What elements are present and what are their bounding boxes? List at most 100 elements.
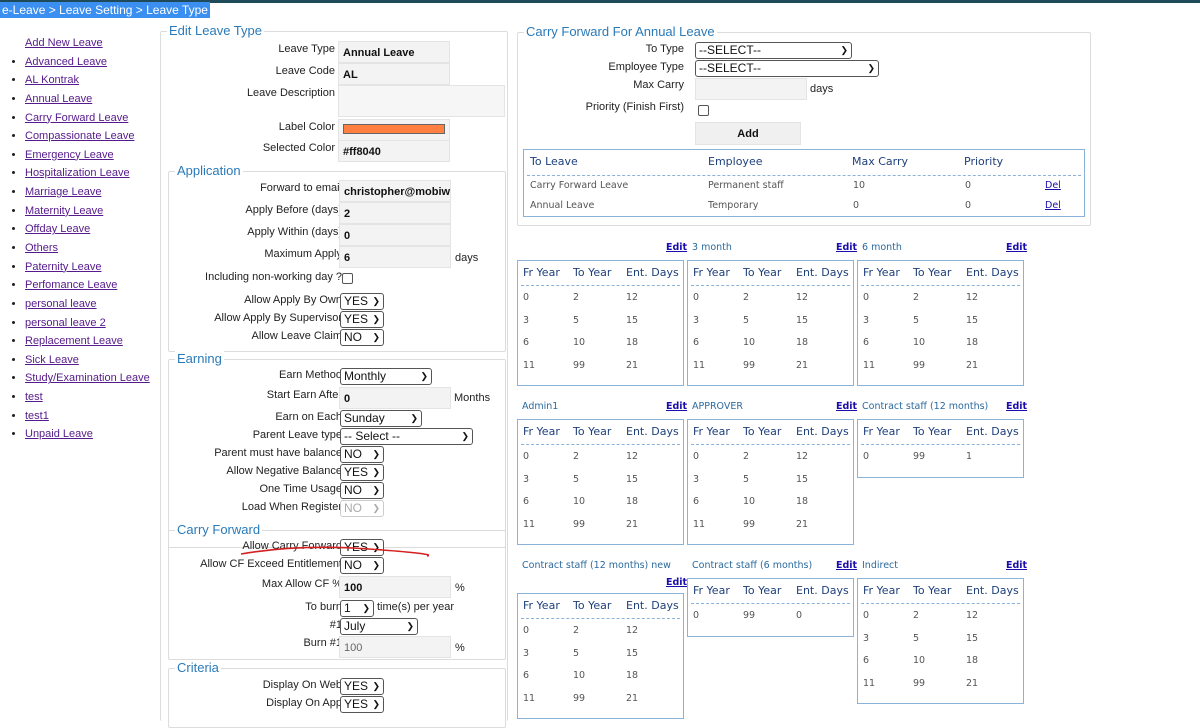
apply-own-select[interactable]: YES ❯ bbox=[340, 293, 384, 310]
chevron-down-icon: ❯ bbox=[372, 449, 380, 459]
sidebar-link[interactable]: test1 bbox=[25, 410, 49, 422]
table-cell: 3 bbox=[693, 473, 700, 485]
edit-link[interactable]: Edit bbox=[1006, 401, 1027, 412]
sidebar-link[interactable]: Carry Forward Leave bbox=[25, 112, 128, 124]
table-cell: 0 bbox=[863, 610, 870, 621]
max-carry-input[interactable] bbox=[695, 78, 807, 100]
apply-supervisor-value: YES bbox=[344, 312, 369, 326]
employee-type-select[interactable]: --SELECT-- ❯ bbox=[695, 60, 879, 77]
apply-supervisor-select[interactable]: YES ❯ bbox=[340, 311, 384, 328]
apply-within-input[interactable]: 0 bbox=[339, 224, 451, 246]
sidebar-link[interactable]: Paternity Leave bbox=[25, 261, 101, 273]
leave-description-row: Leave Description bbox=[161, 85, 507, 117]
leave-description-textarea[interactable] bbox=[338, 85, 505, 117]
edit-link[interactable]: Edit bbox=[666, 401, 687, 412]
edit-link[interactable]: Edit bbox=[666, 242, 687, 253]
sidebar-link[interactable]: AL Kontrak bbox=[25, 74, 79, 86]
add-button[interactable]: Add bbox=[695, 122, 801, 145]
sidebar-link[interactable]: Others bbox=[25, 242, 58, 254]
cf-rules-table: To Leave Employee Max Carry Priority Car… bbox=[523, 149, 1085, 217]
sidebar-link[interactable]: test bbox=[25, 391, 43, 403]
table-cell: 21 bbox=[966, 359, 979, 371]
table-cell: 21 bbox=[796, 518, 809, 530]
sidebar-link[interactable]: Advanced Leave bbox=[25, 56, 107, 68]
display-web-select[interactable]: YES ❯ bbox=[340, 678, 384, 695]
edit-link[interactable]: Edit bbox=[836, 401, 857, 412]
maximum-apply-input[interactable]: 6 bbox=[339, 246, 451, 268]
table-cell: 0 bbox=[523, 625, 530, 636]
cf-exceed-select[interactable]: NO ❯ bbox=[340, 557, 384, 574]
group-title: APPROVER bbox=[692, 401, 743, 412]
table-cell: 3 bbox=[693, 314, 700, 326]
sidebar-link[interactable]: Emergency Leave bbox=[25, 149, 114, 161]
delete-link[interactable]: Del bbox=[1045, 200, 1061, 211]
start-earn-input[interactable]: 0 bbox=[339, 387, 451, 409]
sidebar-link[interactable]: Sick Leave bbox=[25, 354, 79, 366]
earn-method-value: Monthly bbox=[344, 369, 387, 383]
load-register-label: Load When Register bbox=[241, 501, 342, 513]
edit-link[interactable]: Edit bbox=[1006, 242, 1027, 253]
chevron-down-icon: ❯ bbox=[372, 314, 380, 324]
max-cf-input[interactable]: 100 bbox=[339, 576, 451, 598]
sidebar-link[interactable]: Marriage Leave bbox=[25, 186, 101, 198]
to-burn-select[interactable]: 1 ❯ bbox=[340, 600, 374, 617]
display-app-select[interactable]: YES ❯ bbox=[340, 696, 384, 713]
sidebar-link[interactable]: personal leave bbox=[25, 298, 97, 310]
table-cell: 21 bbox=[626, 359, 639, 371]
negative-balance-select[interactable]: YES ❯ bbox=[340, 464, 384, 481]
table-cell: 99 bbox=[743, 518, 756, 530]
edit-link[interactable]: Edit bbox=[836, 560, 857, 571]
chevron-down-icon: ❯ bbox=[372, 560, 380, 570]
forward-email-input[interactable]: christopher@mobiwe bbox=[339, 180, 451, 202]
priority-checkbox[interactable] bbox=[698, 105, 709, 116]
leave-claim-select[interactable]: NO ❯ bbox=[340, 329, 384, 346]
table-cell: 10 bbox=[743, 496, 756, 507]
sidebar-item: test bbox=[25, 390, 158, 409]
col-header: Fr Year bbox=[863, 425, 900, 438]
parent-balance-select[interactable]: NO ❯ bbox=[340, 446, 384, 463]
burn1-month-select[interactable]: July ❯ bbox=[340, 618, 418, 635]
group-title: 3 month bbox=[692, 242, 732, 253]
non-working-checkbox[interactable] bbox=[342, 273, 353, 284]
employee-type-label: Employee Type bbox=[608, 61, 684, 73]
sidebar-link[interactable]: Compassionate Leave bbox=[25, 130, 134, 142]
sidebar-link[interactable]: Maternity Leave bbox=[25, 205, 103, 217]
leave-code-input[interactable]: AL bbox=[338, 63, 450, 85]
leave-type-input[interactable]: Annual Leave bbox=[338, 41, 450, 63]
selected-color-input[interactable]: #ff8040 bbox=[338, 140, 450, 162]
header-divider bbox=[527, 175, 1081, 176]
sidebar-link[interactable]: Perfomance Leave bbox=[25, 279, 117, 291]
delete-link[interactable]: Del bbox=[1045, 180, 1061, 191]
apply-before-input[interactable]: 2 bbox=[339, 202, 451, 224]
table-cell: 11 bbox=[863, 359, 876, 371]
sidebar-link[interactable]: Unpaid Leave bbox=[25, 428, 93, 440]
one-time-select[interactable]: NO ❯ bbox=[340, 482, 384, 499]
earn-method-select[interactable]: Monthly ❯ bbox=[340, 368, 432, 385]
chevron-down-icon: ❯ bbox=[410, 413, 418, 423]
edit-link[interactable]: Edit bbox=[1006, 560, 1027, 571]
label-color-picker[interactable] bbox=[338, 119, 450, 141]
sidebar-link[interactable]: personal leave 2 bbox=[25, 317, 106, 329]
load-register-select: NO ❯ bbox=[340, 500, 384, 517]
burn1-input[interactable]: 100 bbox=[339, 636, 451, 658]
sidebar-link[interactable]: Annual Leave bbox=[25, 93, 92, 105]
table-cell: 0 bbox=[693, 292, 700, 303]
col-header: To Year bbox=[743, 425, 782, 438]
earn-each-select[interactable]: Sunday ❯ bbox=[340, 410, 422, 427]
table-cell: 12 bbox=[796, 451, 809, 462]
parent-type-select[interactable]: -- Select -- ❯ bbox=[340, 428, 473, 445]
edit-link[interactable]: Edit bbox=[836, 242, 857, 253]
sidebar-link[interactable]: Study/Examination Leave bbox=[25, 372, 150, 384]
sidebar-link[interactable]: Offday Leave bbox=[25, 223, 90, 235]
entitlement-table: Fr Year To Year Ent. Days 0 2 12 3 5 15 6 10 18 11 99… bbox=[687, 260, 854, 386]
table-cell: 15 bbox=[796, 314, 809, 326]
edit-link[interactable]: Edit bbox=[666, 577, 687, 588]
application-fieldset: Application Forward to email christopher… bbox=[168, 163, 506, 352]
header-divider bbox=[691, 285, 850, 286]
add-new-leave-link[interactable]: Add New Leave bbox=[25, 36, 158, 55]
to-type-select[interactable]: --SELECT-- ❯ bbox=[695, 42, 852, 59]
chevron-down-icon: ❯ bbox=[372, 485, 380, 495]
entitlement-table: Fr Year To Year Ent. Days 0 2 12 3 5 15 6 10 18 11 99… bbox=[517, 593, 684, 719]
sidebar-link[interactable]: Replacement Leave bbox=[25, 335, 123, 347]
sidebar-link[interactable]: Hospitalization Leave bbox=[25, 167, 130, 179]
